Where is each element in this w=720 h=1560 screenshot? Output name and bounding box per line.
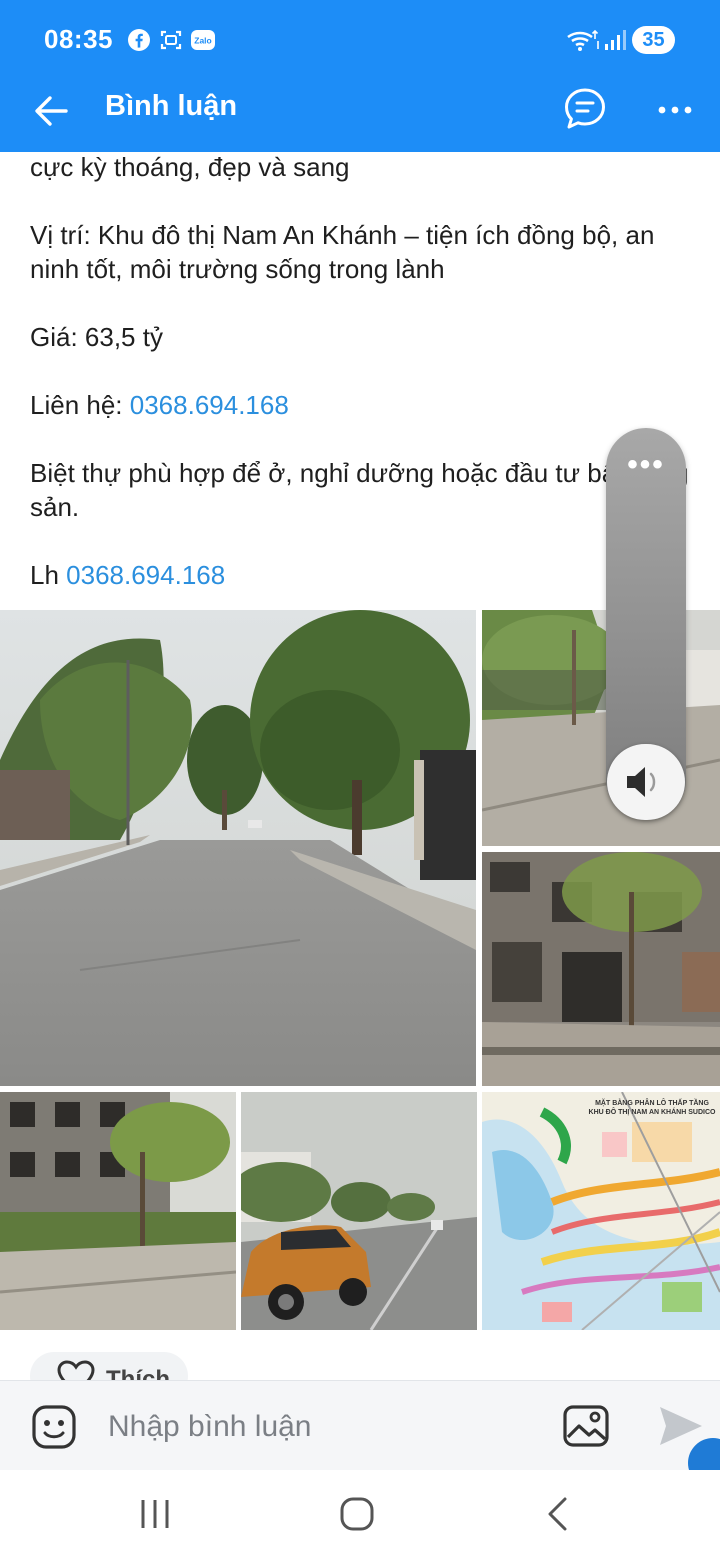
more-horizontal-icon[interactable] (650, 84, 700, 134)
signal-icon (605, 30, 626, 50)
comment-input[interactable] (108, 1405, 538, 1449)
status-time: 08:35 (44, 24, 113, 54)
post-photo-street[interactable] (0, 610, 476, 1086)
map-title-line2: KHU ĐÔ THỊ NAM AN KHÁNH SUDICO (589, 1107, 716, 1116)
post-content: cực kỳ thoáng, đẹp và sang Vị trí: Khu đ… (30, 150, 700, 592)
zalo-badge-text: Zalo (194, 36, 211, 46)
zalo-icon: Zalo (191, 30, 215, 50)
recent-apps-icon[interactable] (131, 1494, 179, 1534)
screen-scan-icon (160, 30, 182, 50)
phone-link[interactable]: 0368.694.168 (66, 560, 225, 590)
app-header: 08:35 Zalo 35 Bình luận (0, 0, 720, 152)
volume-menu-icon[interactable]: ••• (606, 448, 686, 482)
home-icon[interactable] (333, 1494, 381, 1534)
post-photo-villa[interactable] (0, 1092, 236, 1330)
post-photo-car[interactable] (241, 1092, 477, 1330)
back-arrow-icon[interactable] (26, 84, 80, 138)
volume-mute-button[interactable] (607, 744, 685, 820)
volume-panel[interactable]: ••• (606, 428, 686, 820)
facebook-icon (128, 29, 150, 51)
emoji-icon[interactable] (30, 1403, 78, 1451)
post-photo-masterplan[interactable]: MẶT BẰNG PHÂN LÔ THẤP TẦNG KHU ĐÔ THỊ NA… (482, 1092, 720, 1330)
post-line: cực kỳ thoáng, đẹp và sang (30, 152, 350, 182)
send-icon[interactable] (656, 1403, 704, 1449)
contact-label: Lh (30, 560, 67, 590)
battery-icon: 35 (632, 26, 675, 54)
phone-link[interactable]: 0368.694.168 (130, 390, 289, 420)
post-line: Giá: 63,5 tỷ (30, 322, 163, 352)
system-navigation-bar (0, 1470, 720, 1560)
wifi-icon (567, 29, 599, 51)
post-line: Biệt thự phù hợp để ở, nghỉ dưỡng hoặc đ… (30, 458, 689, 522)
post-contact-line: Lh 0368.694.168 (30, 558, 700, 592)
status-bar: 08:35 Zalo 35 (0, 0, 720, 80)
post-contact-line: Liên hệ: 0368.694.168 (30, 388, 700, 422)
image-icon[interactable] (562, 1403, 610, 1449)
back-icon[interactable] (535, 1494, 583, 1534)
header-nav: Bình luận (0, 80, 720, 152)
page-title: Bình luận (105, 90, 238, 122)
speaker-icon (627, 767, 656, 797)
comment-bar (0, 1380, 720, 1470)
post-line: Vị trí: Khu đô thị Nam An Khánh – tiện í… (30, 220, 655, 284)
contact-label: Liên hệ: (30, 390, 130, 420)
chat-bubble-icon[interactable] (560, 82, 610, 136)
post-photo-building[interactable] (482, 852, 720, 1086)
